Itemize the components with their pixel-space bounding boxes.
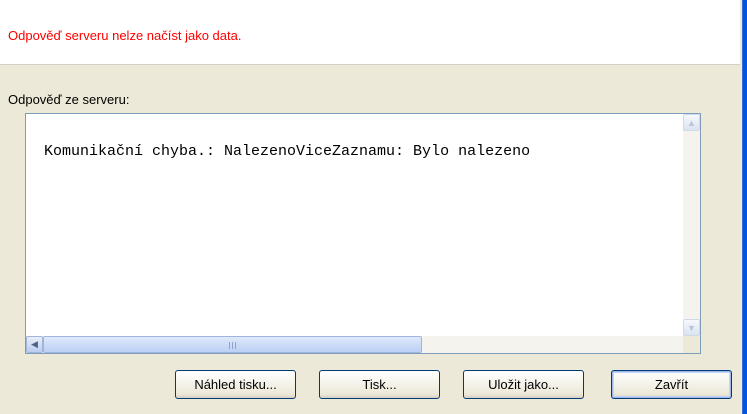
arrow-left-icon: ◀ [31,339,38,349]
server-response-dialog: Odpověď serveru nelze načíst jako data. … [0,0,747,414]
response-text-area[interactable]: Komunikační chyba.: NalezenoViceZaznamu:… [25,113,701,354]
error-panel: Odpověď serveru nelze načíst jako data. [0,0,740,65]
save-as-button[interactable]: Uložit jako... [463,370,584,399]
scroll-up-button[interactable]: ▲ [683,114,700,131]
scrollbar-corner [683,336,700,353]
error-message: Odpověď serveru nelze načíst jako data. [8,28,242,43]
print-button[interactable]: Tisk... [319,370,440,399]
arrow-down-icon: ▼ [687,322,696,333]
thumb-grip [229,342,238,349]
scroll-left-button[interactable]: ◀ [26,336,43,353]
horizontal-scrollbar[interactable]: ◀ ▶ [26,336,700,353]
horizontal-scroll-thumb[interactable] [43,336,422,353]
window-frame-right [742,0,747,414]
response-label: Odpověď ze serveru: [8,92,130,107]
response-text: Komunikační chyba.: NalezenoViceZaznamu:… [44,143,531,160]
scroll-down-button[interactable]: ▼ [683,319,700,336]
vertical-scrollbar[interactable]: ▲ ▼ [683,114,700,336]
close-button[interactable]: Zavřít [611,370,732,399]
print-preview-button[interactable]: Náhled tisku... [175,370,296,399]
arrow-up-icon: ▲ [687,117,696,128]
